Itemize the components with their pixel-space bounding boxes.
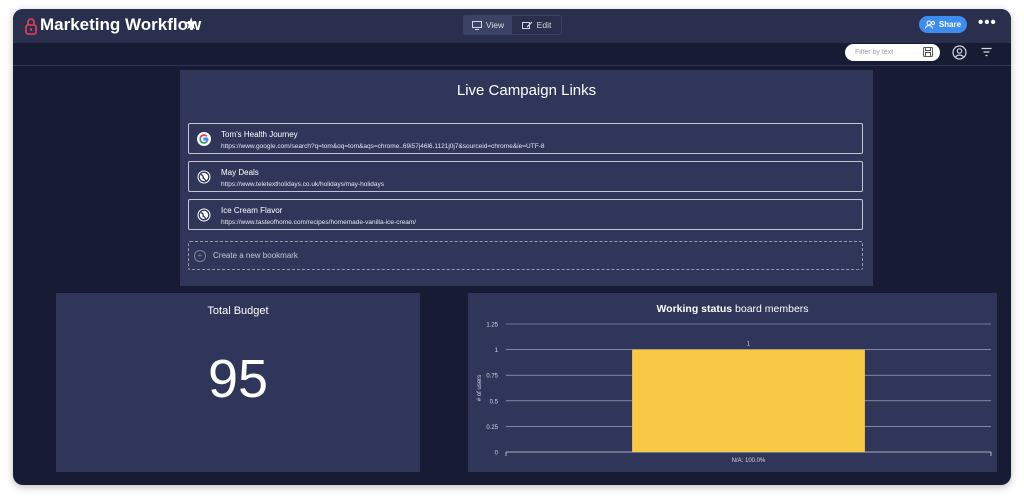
view-mode-toggle: View Edit [463,15,562,35]
bookmark-url[interactable]: https://www.google.com/search?q=tom&oq=t… [221,143,544,150]
users-icon [924,20,935,29]
budget-title: Total Budget [207,305,269,317]
chart-canvas: 0 0.25 0.5 0.75 1 1.25 # of users 1 N/A: 100.0% [477,323,992,464]
filter-input[interactable] [855,46,917,59]
y-tick-label: 0 [495,451,499,457]
y-tick-label: 0.5 [490,399,499,405]
person-filter-icon[interactable] [952,45,967,60]
edit-icon [521,21,533,29]
board-toolbar [13,43,1011,66]
x-tick-label: N/A: 100.0% [732,458,766,464]
globe-icon [197,208,211,222]
data-label: 1 [747,342,751,348]
create-bookmark-button[interactable]: + Create a new bookmark [188,241,863,270]
y-tick-label: 1.25 [486,323,498,329]
budget-widget: Total Budget 95 [56,293,420,472]
google-icon [197,132,211,146]
view-button[interactable]: View [464,16,512,34]
edit-button-label: Edit [536,20,552,30]
create-bookmark-label: Create a new bookmark [213,251,298,260]
lock-icon [25,18,37,35]
view-button-label: View [485,20,505,30]
bookmark-card[interactable]: Tom's Health Journey https://www.google.… [188,123,863,154]
star-icon[interactable]: ★ [184,14,198,36]
plus-icon: + [194,250,206,262]
links-widget: Live Campaign Links Tom's Health Journey… [180,70,873,286]
bookmark-name: Tom's Health Journey [221,130,298,139]
bookmark-name: May Deals [221,168,259,177]
app-window: Marketing Workflow ★ View Edit Share •••… [13,9,1011,485]
bar [632,349,865,452]
bookmark-url[interactable]: https://www.teletextholidays.co.uk/holid… [221,181,384,188]
more-options-icon[interactable]: ••• [978,14,997,32]
monitor-icon [471,21,482,30]
y-axis-label: # of users [477,375,483,401]
edit-button[interactable]: Edit [512,16,561,34]
save-icon[interactable] [923,47,933,57]
y-tick-label: 1 [495,348,499,354]
y-tick-label: 0.75 [486,374,498,380]
chart-widget: Working status board members 0 0.25 0.5 0.7… [468,293,997,472]
filter-icon[interactable] [981,47,992,57]
globe-icon [197,170,211,184]
board-header: Marketing Workflow ★ View Edit Share ••• [13,9,1011,43]
share-button-label: Share [938,20,962,29]
bookmark-card[interactable]: Ice Cream Flavor https://www.tasteofhome… [188,199,863,230]
share-button[interactable]: Share [919,16,967,33]
board-title[interactable]: Marketing Workflow [40,14,201,36]
filter-box [845,44,940,61]
links-widget-title: Live Campaign Links [456,82,597,99]
bookmark-url[interactable]: https://www.tasteofhome.com/recipes/home… [221,219,416,226]
y-tick-label: 0.25 [486,425,498,431]
bookmark-name: Ice Cream Flavor [221,206,283,215]
budget-value: 95 [207,349,269,409]
bookmark-card[interactable]: May Deals https://www.teletextholidays.c… [188,161,863,192]
